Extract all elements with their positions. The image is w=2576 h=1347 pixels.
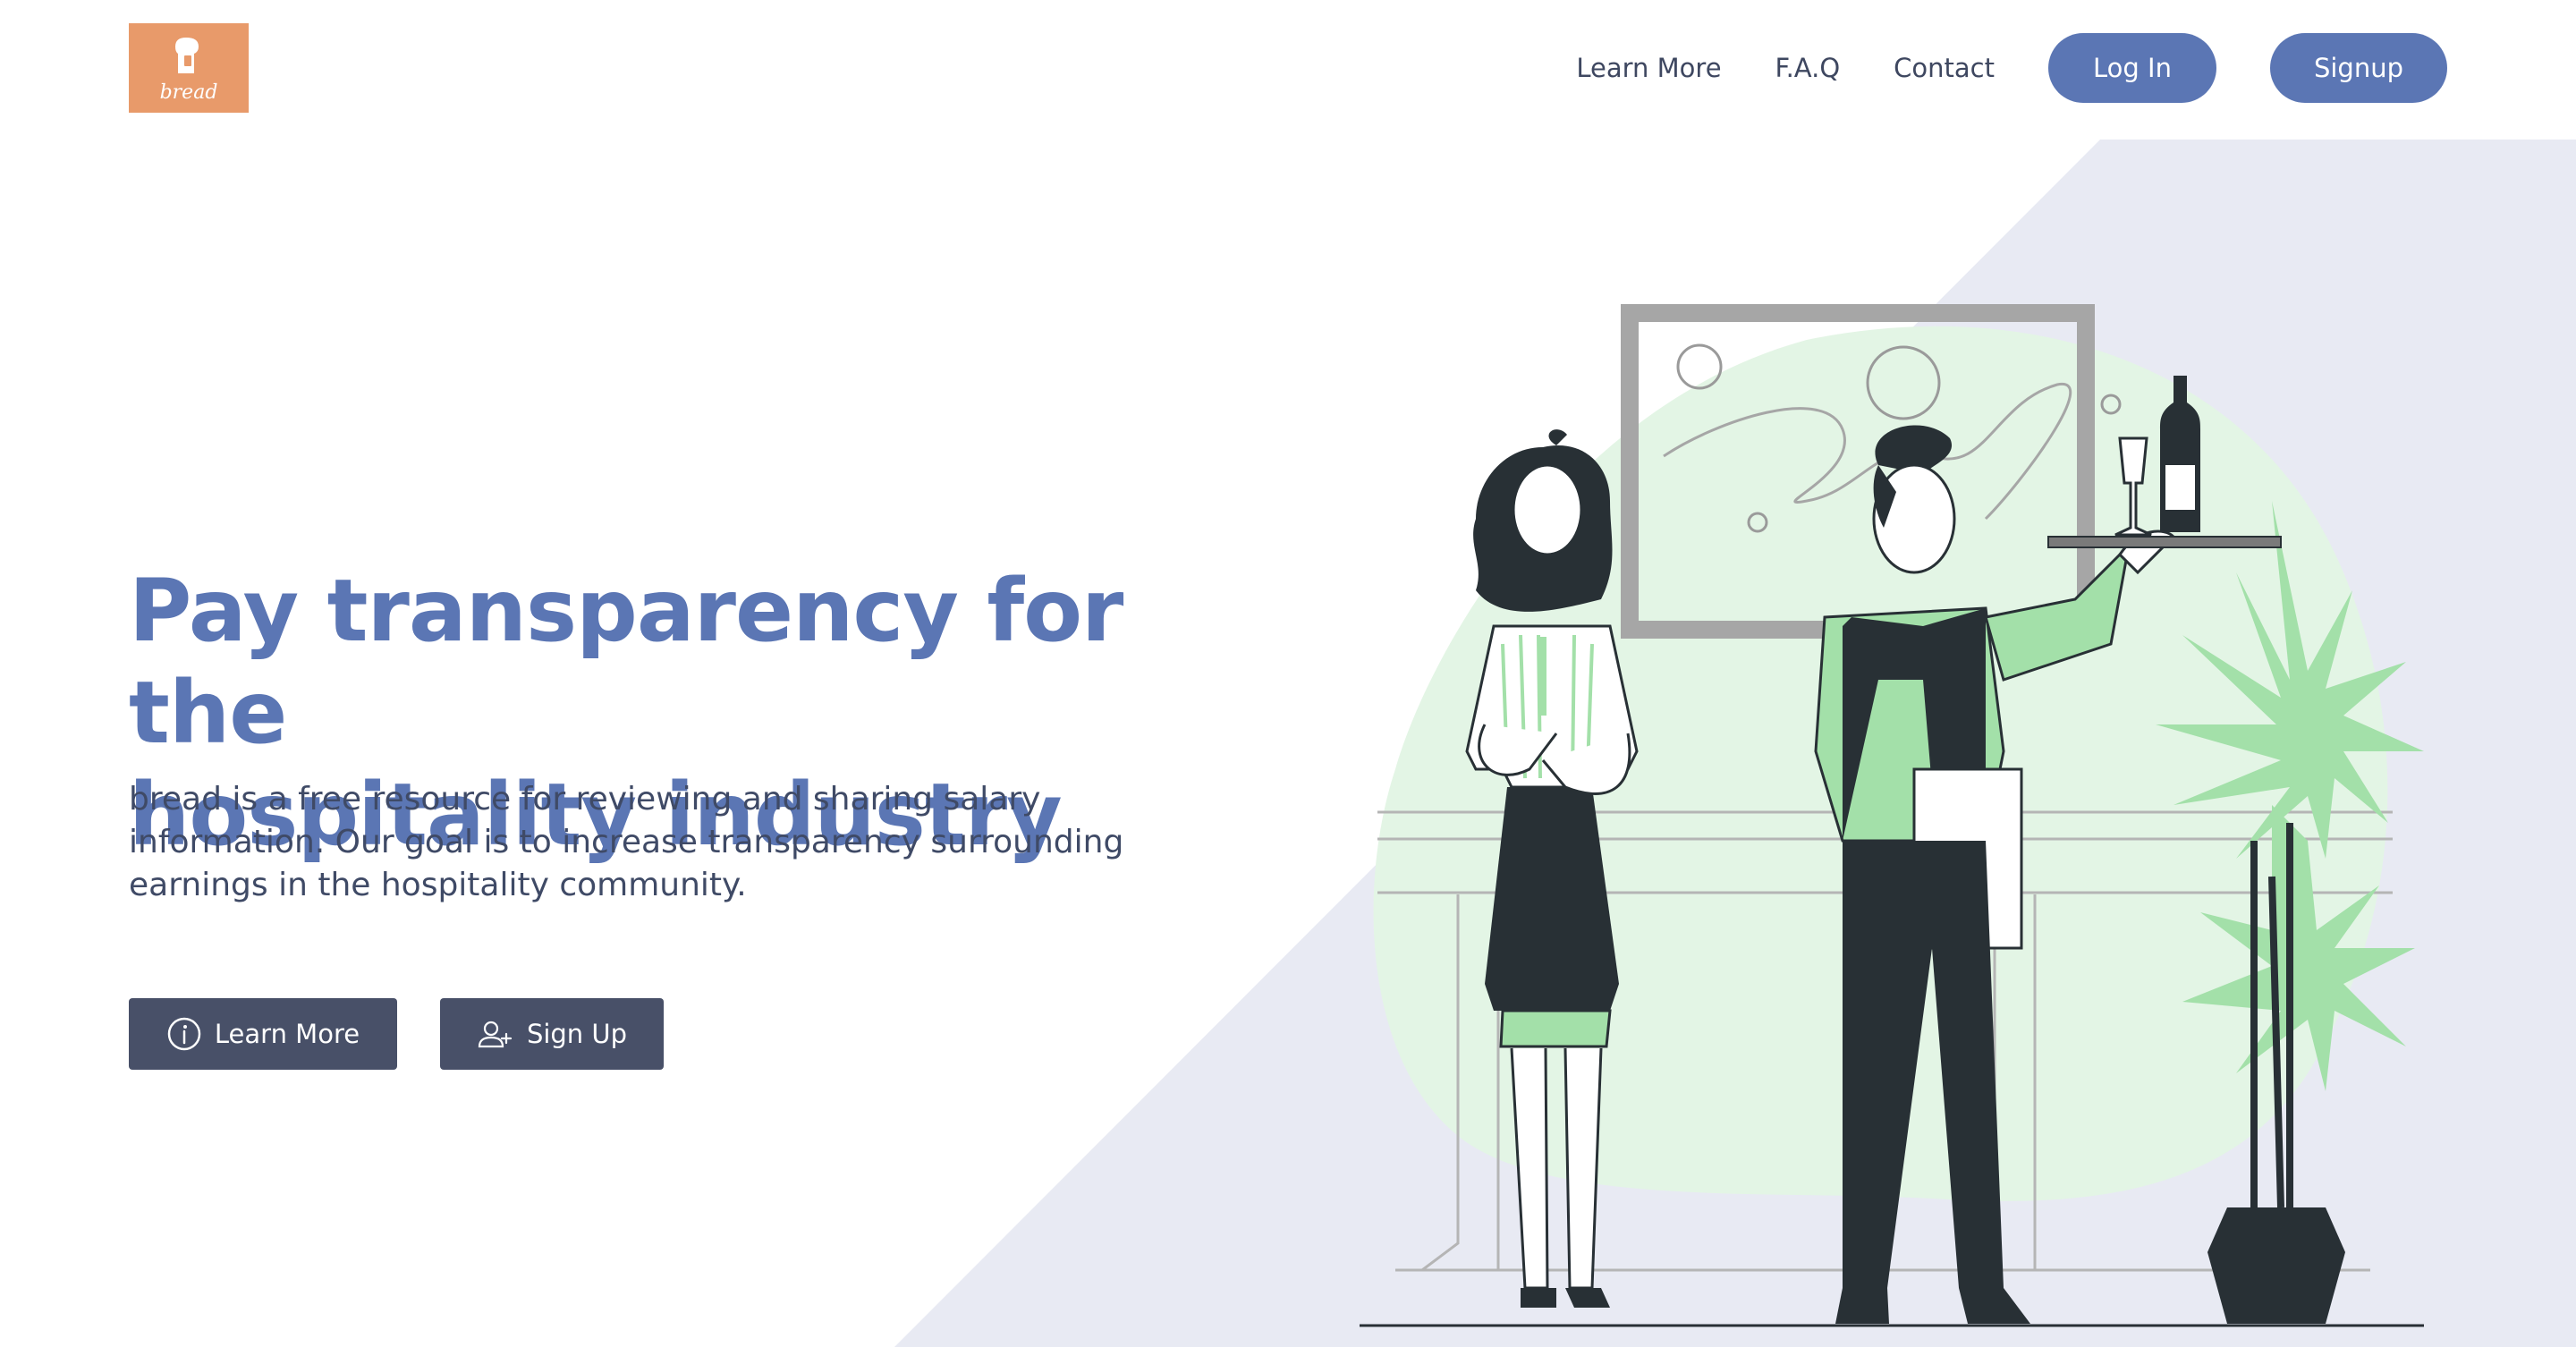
sign-up-button[interactable]: Sign Up xyxy=(440,998,664,1070)
hero-desc-line-2: information. Our goal is to increase tra… xyxy=(129,824,1124,860)
logo-text: bread xyxy=(159,81,218,104)
nav-link-contact[interactable]: Contact xyxy=(1894,53,1995,83)
hero-description: bread is a free resource for reviewing a… xyxy=(129,778,1220,907)
add-user-icon xyxy=(478,1021,513,1048)
nav-link-learn-more[interactable]: Learn More xyxy=(1576,53,1721,83)
hospitality-illustration xyxy=(1360,304,2424,1327)
learn-more-label: Learn More xyxy=(214,1019,360,1049)
hero-desc-line-1: bread is a free resource for reviewing a… xyxy=(129,781,1041,818)
top-nav: Learn More F.A.Q Contact Log In Signup xyxy=(1576,32,2447,104)
learn-more-button[interactable]: Learn More xyxy=(129,998,397,1070)
nav-link-faq[interactable]: F.A.Q xyxy=(1775,53,1841,83)
landing-page: bread Learn More F.A.Q Contact Log In Si… xyxy=(0,0,2576,1347)
signup-button[interactable]: Signup xyxy=(2270,33,2447,103)
hero-desc-line-3: earnings in the hospitality community. xyxy=(129,867,747,903)
info-icon xyxy=(167,1017,201,1051)
login-button[interactable]: Log In xyxy=(2048,33,2216,103)
brand-logo[interactable]: bread xyxy=(129,23,249,113)
hero-title-line-1: Pay transparency for the xyxy=(129,561,1123,763)
sign-up-label: Sign Up xyxy=(526,1019,628,1049)
